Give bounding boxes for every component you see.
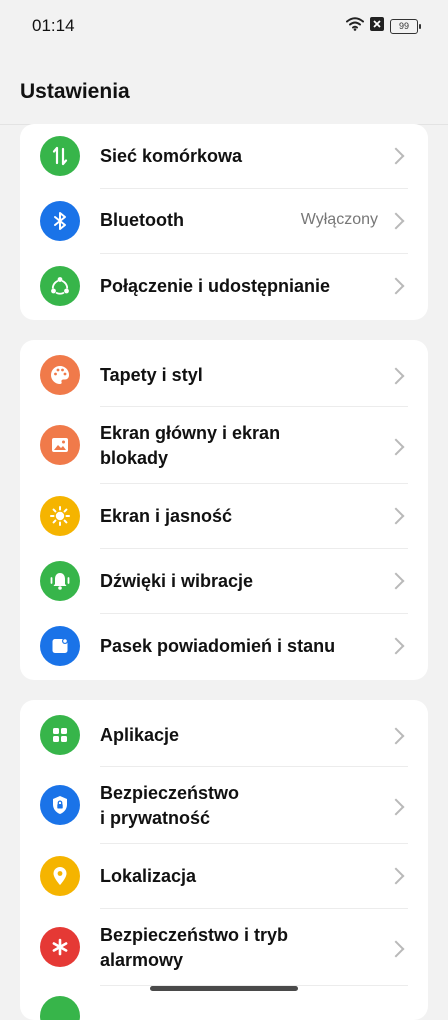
row-label: Lokalizacja xyxy=(100,866,197,886)
chevron-right-icon xyxy=(387,798,405,816)
row-label: Ekran i jasność xyxy=(100,506,233,526)
page-title: Ustawienia xyxy=(20,80,130,103)
settings-item-mobile-network[interactable]: Sieć komórkowa xyxy=(20,124,428,188)
settings-group-system: Aplikacje Bezpieczeństwo i prywatność Lo… xyxy=(20,700,428,1020)
bluetooth-icon xyxy=(40,201,80,241)
header: Ustawienia xyxy=(0,52,448,125)
settings-group-display: Tapety i styl Ekran główny i ekran bloka… xyxy=(20,340,428,680)
row-label: Sieć komórkowa xyxy=(100,146,243,166)
chevron-right-icon xyxy=(387,438,405,456)
row-label: Tapety i styl xyxy=(100,365,203,385)
settings-item-sounds-vibration[interactable]: Dźwięki i wibracje xyxy=(20,549,428,613)
settings-item-connection-sharing[interactable]: Połączenie i udostępnianie xyxy=(20,254,428,318)
settings-item-apps[interactable]: Aplikacje xyxy=(20,700,428,766)
bell-icon xyxy=(40,561,80,601)
row-label-line1: Bezpieczeństwo i tryb xyxy=(100,925,289,945)
settings-item-location[interactable]: Lokalizacja xyxy=(20,844,428,908)
status-bar: 01:14 99 xyxy=(0,0,448,52)
emergency-icon xyxy=(40,927,80,967)
chevron-right-icon xyxy=(387,367,405,385)
settings-item-safety-emergency[interactable]: Bezpieczeństwo i tryb alarmowy xyxy=(20,909,428,985)
mobile-data-icon xyxy=(40,136,80,176)
row-label-line2: i prywatność xyxy=(100,808,211,828)
settings-item-display-brightness[interactable]: Ekran i jasność xyxy=(20,484,428,548)
status-time: 01:14 xyxy=(32,16,75,35)
row-label-line2: blokady xyxy=(100,448,169,468)
chevron-right-icon xyxy=(387,940,405,958)
row-label-line2: alarmowy xyxy=(100,950,184,970)
chevron-right-icon xyxy=(387,637,405,655)
share-icon xyxy=(40,266,80,306)
wifi-icon xyxy=(346,16,364,36)
location-icon xyxy=(40,856,80,896)
settings-group-connectivity: Sieć komórkowa Bluetooth Wyłączony Połąc… xyxy=(20,124,428,320)
settings-item-home-lock-screen[interactable]: Ekran główny i ekran blokady xyxy=(20,407,428,483)
battery-icon: 99 xyxy=(390,18,421,34)
row-label-line1: Bezpieczeństwo xyxy=(100,783,240,803)
chevron-right-icon xyxy=(387,727,405,745)
row-label: Bluetooth xyxy=(100,210,184,230)
chevron-right-icon xyxy=(387,867,405,885)
row-label: Dźwięki i wibracje xyxy=(100,571,254,591)
shield-lock-icon xyxy=(40,785,80,825)
palette-icon xyxy=(40,355,80,395)
chevron-right-icon xyxy=(387,147,405,165)
home-indicator[interactable] xyxy=(150,986,298,991)
row-label-line1: Ekran główny i ekran xyxy=(100,423,281,443)
bluetooth-status: Wyłączony xyxy=(300,211,378,228)
image-icon xyxy=(40,425,80,465)
settings-item-next-partial[interactable] xyxy=(20,986,428,1020)
settings-item-security-privacy[interactable]: Bezpieczeństwo i prywatność xyxy=(20,767,428,843)
no-sim-icon xyxy=(370,16,384,36)
chevron-right-icon xyxy=(387,277,405,295)
settings-item-bluetooth[interactable]: Bluetooth Wyłączony xyxy=(20,189,428,253)
chevron-right-icon xyxy=(387,212,405,230)
row-label: Pasek powiadomień i stanu xyxy=(100,636,336,656)
chevron-right-icon xyxy=(387,507,405,525)
notification-icon xyxy=(40,626,80,666)
status-icons: 99 xyxy=(346,16,421,36)
settings-item-notification-bar[interactable]: Pasek powiadomień i stanu xyxy=(20,614,428,678)
settings-item-wallpapers[interactable]: Tapety i styl xyxy=(20,340,428,406)
brightness-icon xyxy=(40,496,80,536)
row-label: Aplikacje xyxy=(100,725,180,745)
chevron-right-icon xyxy=(387,572,405,590)
apps-icon xyxy=(40,715,80,755)
row-label: Połączenie i udostępnianie xyxy=(100,276,331,296)
